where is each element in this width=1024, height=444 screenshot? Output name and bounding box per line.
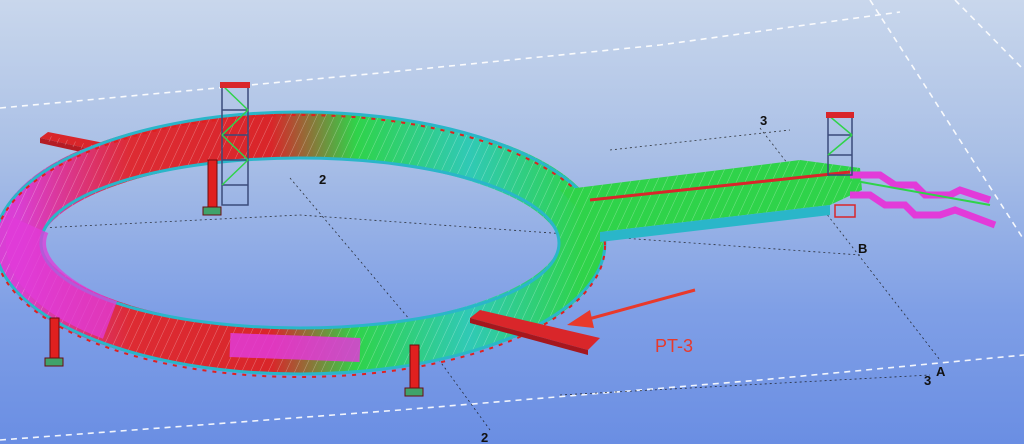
bridge-deck [560,160,862,242]
stairs [849,171,997,229]
model-canvas[interactable] [0,0,1024,444]
pt3-arrow [567,288,696,328]
grid-lines [0,0,1024,441]
3d-model-viewport[interactable]: 2 3 B A 3 2 PT-3 [0,0,1024,444]
pt3-annotation-label: PT-3 [655,336,694,356]
